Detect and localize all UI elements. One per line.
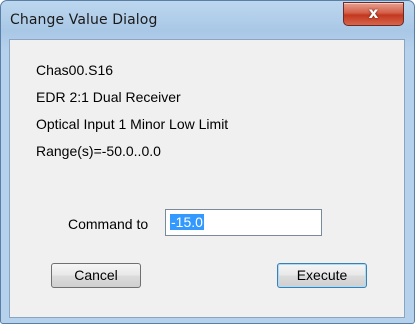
command-value-input[interactable]: -15.0 (165, 209, 322, 236)
dialog-body: Chas00.S16 EDR 2:1 Dual Receiver Optical… (9, 39, 405, 318)
range-label: Range(s)=-50.0..0.0 (36, 143, 161, 159)
parameter-label: Optical Input 1 Minor Low Limit (36, 116, 229, 132)
command-value-selected-text: -15.0 (170, 214, 204, 230)
device-label: EDR 2:1 Dual Receiver (36, 89, 181, 105)
execute-button[interactable]: Execute (277, 263, 367, 288)
dialog-window: Change Value Dialog x Chas00.S16 EDR 2:1… (0, 0, 415, 324)
close-button[interactable]: x (343, 2, 404, 26)
window-title: Change Value Dialog (10, 12, 158, 28)
title-bar[interactable]: Change Value Dialog x (1, 1, 414, 37)
chassis-label: Chas00.S16 (36, 62, 114, 78)
command-label: Command to (68, 216, 149, 232)
close-icon: x (368, 4, 379, 22)
cancel-button[interactable]: Cancel (51, 263, 141, 288)
